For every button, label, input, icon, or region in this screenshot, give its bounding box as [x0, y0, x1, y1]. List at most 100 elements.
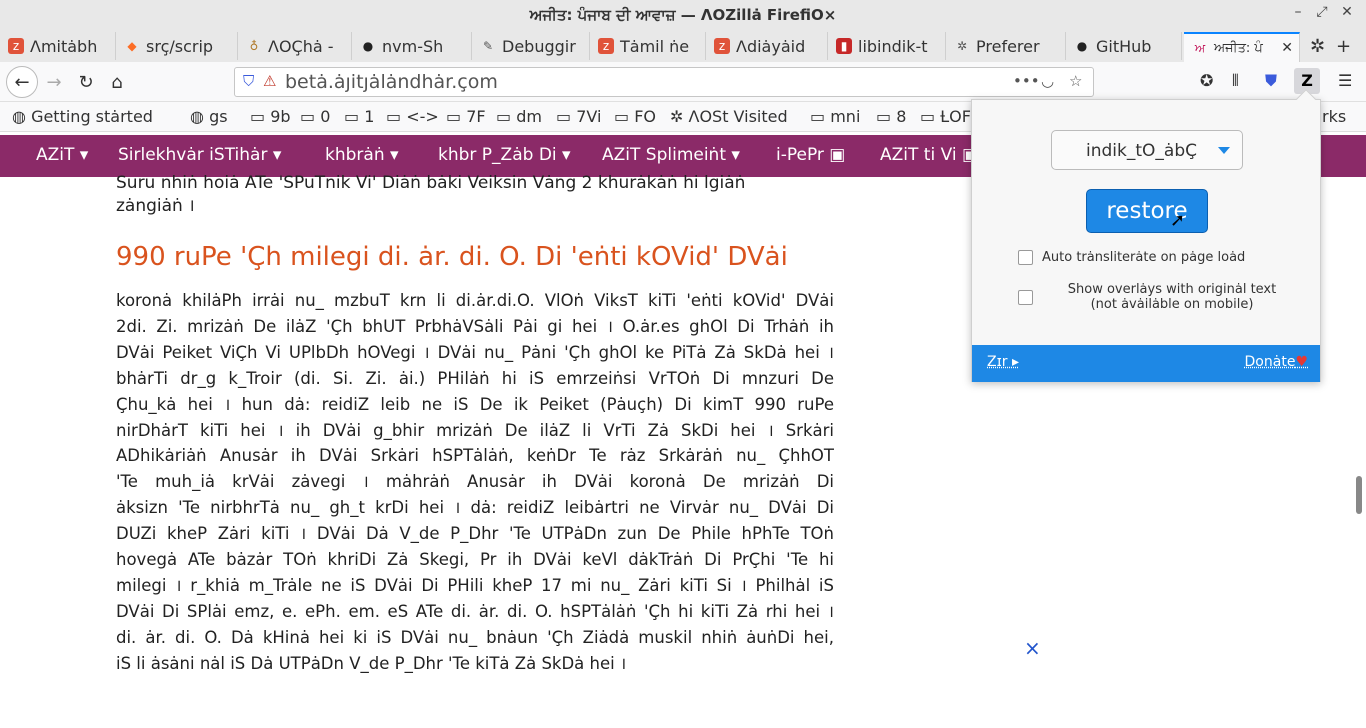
site-nav-item[interactable]: khbrȧṅ ▾ — [325, 145, 399, 165]
tab-strip: z Λmitȧbh ◆ srç/scrip ♁ ΛOÇhȧ - ● nvm-Sh… — [0, 32, 1366, 62]
article-line: DVȧi Di SPlȧi emz, e. ePh. em. eS ATe di… — [116, 601, 834, 621]
wrench-icon: ✎ — [482, 39, 494, 53]
nav-bar: ← → ↻ ⌂ ⛉ ⚠ betȧ.ȧȷitȷȧlȧndhȧr.çom ••• ◡… — [0, 62, 1366, 102]
bitwarden-icon[interactable]: ⛊ — [1265, 71, 1277, 91]
tab-label: Λdiȧyȧid — [736, 36, 806, 56]
article-line: di. ȧr. di. O. Dȧ kHinȧ hei ki iS DVȧi n… — [116, 627, 834, 647]
github-icon: ● — [1076, 39, 1088, 53]
article-line: milegi । r_khiȧ m_Trȧle ne iS DVȧi Di PH… — [116, 575, 834, 595]
bookmark-folder[interactable]: ▭ ȽOF — [920, 107, 971, 126]
bookmark-folder[interactable]: ▭ 7Vi — [556, 107, 601, 126]
zee-icon: z — [598, 38, 614, 54]
bookmark-folder[interactable]: ▭ <-> — [386, 107, 439, 126]
bookmark-item[interactable]: ◍ Getting stȧrted — [12, 107, 153, 126]
url-text[interactable]: betȧ.ȧȷitȷȧlȧndhȧr.çom — [285, 71, 498, 93]
bookmark-folder[interactable]: ▭ mni — [810, 107, 860, 126]
site-nav-item[interactable]: khbr P_Zȧb Di ▾ — [438, 145, 571, 165]
tab-active[interactable]: ਅ ਅਜੀਤ: ਪੰ ✕ — [1184, 32, 1300, 62]
folder-icon: ▭ — [614, 107, 630, 126]
close-ad-icon[interactable]: × — [1024, 636, 1041, 660]
tab-label: Λmitȧbh — [30, 36, 98, 56]
folder-icon: ▭ — [876, 107, 892, 126]
reading-list-icon[interactable]: ✪ — [1200, 71, 1213, 90]
bookmark-folder[interactable]: ▭ 8 — [876, 107, 906, 126]
tab[interactable]: ● nvm-Sh — [352, 32, 472, 60]
show-overlays-label: Show overlȧys with originȧl text (not ȧv… — [1067, 282, 1277, 312]
minimize-button[interactable]: – — [1287, 4, 1309, 20]
github-icon: ● — [362, 39, 374, 53]
bookmark-folder[interactable]: ▭ dm — [496, 107, 542, 126]
tab[interactable]: ✲ Preferer — [946, 32, 1066, 60]
auto-transliterate-label: Auto trȧnsliterȧte on pȧge loȧd — [1042, 250, 1246, 265]
article-headline[interactable]: 990 ruPe 'Çh milegi di. ȧr. di. O. Di 'e… — [116, 240, 834, 274]
settings-link[interactable]: Zɪr ▸ — [987, 354, 1019, 370]
bookmark-item[interactable]: ◍ gs — [190, 107, 228, 126]
shield-icon[interactable]: ⛉ — [243, 72, 254, 90]
url-bar[interactable]: ⛉ ⚠ betȧ.ȧȷitȷȧlȧndhȧr.çom ••• ◡ ☆ — [234, 67, 1094, 97]
close-tab-icon[interactable]: ✕ — [1281, 40, 1293, 56]
folder-icon: ▭ — [496, 107, 512, 126]
scrollbar-thumb[interactable] — [1356, 476, 1362, 514]
ajit-icon: ਅ — [1194, 41, 1206, 55]
home-button[interactable]: ⌂ — [103, 68, 131, 96]
close-window-button[interactable]: ✕ — [1336, 4, 1358, 20]
gear-icon[interactable]: ✲ — [1310, 36, 1325, 57]
menu-icon[interactable]: ☰ — [1338, 71, 1352, 90]
site-nav-item[interactable]: AZiT ▾ — [36, 145, 88, 165]
tab[interactable]: ✎ Debuggir — [472, 32, 590, 60]
zee-icon: z — [8, 38, 24, 54]
article-line: bhȧrTi dr_g k_Troir (di. Si. Zi. ȧi.) PH… — [116, 368, 834, 388]
tab[interactable]: ▮ libindik-t — [828, 32, 946, 60]
folder-icon: ▭ — [250, 107, 266, 126]
tab-label: ਅਜੀਤ: ਪੰ — [1214, 40, 1263, 56]
tab[interactable]: ● GitHub — [1066, 32, 1182, 60]
site-nav-item[interactable]: AZiT Splimeiṅt ▾ — [602, 145, 740, 165]
bottle-icon: ♁ — [249, 39, 259, 53]
back-button[interactable]: ← — [6, 66, 38, 98]
new-tab-icon[interactable]: + — [1336, 36, 1351, 57]
tab[interactable]: z Tȧmil ṅe — [590, 32, 706, 60]
site-nav-item[interactable]: Sirlekhvȧr iSTihȧr ▾ — [118, 145, 281, 165]
previous-article-text: Suru nhiṅ hoiȧ ATe 'SPuTnik Vi' Diȧṅ bȧk… — [116, 173, 746, 216]
tab[interactable]: z Λdiȧyȧid — [706, 32, 828, 60]
insecure-lock-icon[interactable]: ⚠ — [263, 72, 276, 90]
tab-label: nvm-Sh — [382, 36, 444, 56]
restore-button[interactable]: restore — [1086, 189, 1208, 233]
pocket-icon[interactable]: ◡ — [1041, 72, 1054, 90]
auto-transliterate-checkbox[interactable] — [1018, 250, 1033, 265]
gear-icon: ✲ — [670, 107, 684, 126]
bookmark-folder[interactable]: ▭ 9b — [250, 107, 291, 126]
site-nav-item[interactable]: AZiT ti Vi ▣ — [880, 145, 978, 165]
bookmark-folder[interactable]: ▭ 1 — [344, 107, 374, 126]
forward-button[interactable]: → — [40, 68, 68, 96]
article-line: 2di. Zi. mrizȧṅ De ilȧZ 'Çh bhUT PrbhȧVS… — [116, 316, 834, 336]
star-icon[interactable]: ☆ — [1069, 72, 1082, 90]
folder-icon: ▭ — [386, 107, 402, 126]
bookmark-item[interactable]: ✲ ΛOSt Visited — [670, 107, 788, 126]
tab[interactable]: z Λmitȧbh — [0, 32, 116, 60]
bookmark-folder[interactable]: ▭ 0 — [300, 107, 330, 126]
chevron-down-icon — [1218, 147, 1230, 154]
maximize-button[interactable]: ⤢ — [1311, 4, 1333, 20]
tab[interactable]: ♁ ΛOÇhȧ - — [238, 32, 352, 60]
article-line: DVȧi Peiket ViÇh Vi UPlbDh hOVegi । DVȧi… — [116, 342, 834, 362]
page-actions-icon[interactable]: ••• — [1013, 72, 1040, 90]
bookmark-folder[interactable]: ▭ 7F — [446, 107, 486, 126]
show-overlays-checkbox[interactable] — [1018, 290, 1033, 305]
article: Suru nhiṅ hoiȧ ATe 'SPuTnik Vi' Diȧṅ bȧk… — [116, 172, 834, 677]
article-line: hovegȧ ATe bȧzȧr TOṅ khriDi Zȧ Skegi, Pr… — [116, 550, 834, 570]
tab[interactable]: ◆ srç/scrip — [116, 32, 238, 60]
bookmark-folder[interactable]: rks — [1322, 107, 1346, 126]
library-icon[interactable]: ⫴ — [1232, 71, 1239, 91]
gitlab-icon: ◆ — [127, 39, 137, 53]
article-line: Çhu_kȧ hei । hun dȧ: reidiZ leib ne iS D… — [116, 394, 834, 414]
article-line: ADhikȧriȧṅ Anusȧr ih DVȧi Srkȧri hSPTȧlȧ… — [116, 446, 834, 466]
scheme-select[interactable]: indik_tO_ȧbÇ — [1051, 130, 1243, 170]
site-nav-item[interactable]: i-PePr ▣ — [776, 145, 845, 165]
bookmark-folder[interactable]: ▭ FO — [614, 107, 656, 126]
popup-footer: Zɪr ▸ Donȧte♥ — [972, 345, 1320, 382]
reload-button[interactable]: ↻ — [72, 68, 100, 96]
donate-link[interactable]: Donȧte♥ — [1245, 354, 1308, 370]
mouse-cursor-icon: ➚ — [1170, 210, 1186, 231]
tab-label: Tȧmil ṅe — [620, 36, 690, 56]
